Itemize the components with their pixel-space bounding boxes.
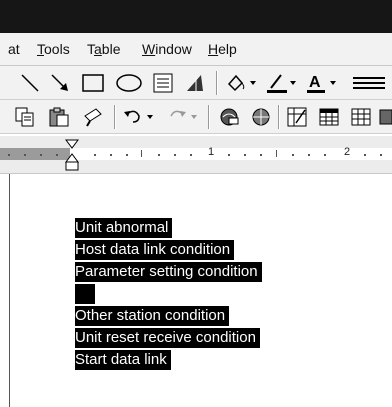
svg-text:A: A (309, 74, 321, 91)
ruler-tick (8, 154, 10, 156)
ruler-tick (190, 154, 192, 156)
ruler-tick (380, 154, 382, 156)
ruler-tick (324, 154, 326, 156)
selected-text-line[interactable]: Parameter setting condition (75, 262, 262, 282)
menu-help[interactable]: Help (208, 41, 237, 57)
ruler-tick (260, 154, 262, 156)
page-left-edge (9, 174, 10, 407)
selected-text-line[interactable]: Host data link condition (75, 240, 235, 260)
ruler-tick (40, 154, 42, 156)
line-color-icon[interactable] (264, 71, 300, 95)
ruler-tick (364, 154, 366, 156)
text-box-icon[interactable] (150, 71, 176, 95)
standard-toolbar (0, 100, 392, 134)
ruler-tick (276, 150, 277, 157)
toolbar-separator (114, 105, 116, 129)
fill-color-icon[interactable] (224, 71, 260, 95)
selected-empty-line[interactable] (75, 284, 95, 304)
toolbar-separator (278, 105, 280, 129)
drawing-toolbar: A (0, 66, 392, 100)
menu-tools[interactable]: Tools (37, 41, 70, 57)
oval-tool-icon[interactable] (114, 71, 144, 95)
ruler-tick (141, 150, 142, 157)
menu-window[interactable]: Window (142, 41, 192, 57)
selected-text-line[interactable]: Other station condition (75, 306, 230, 326)
indent-marker-icon[interactable] (64, 138, 80, 172)
ruler-left-margin (0, 148, 70, 160)
insert-excel-icon[interactable] (348, 105, 374, 129)
toolbar-separator (208, 105, 210, 129)
title-bar (0, 0, 392, 33)
copy-icon[interactable] (12, 105, 38, 129)
ruler-number: 1 (208, 146, 215, 158)
line-style-icon[interactable] (346, 71, 386, 95)
ruler-tick (56, 154, 58, 156)
selected-text-line[interactable]: Unit reset receive condition (75, 328, 260, 348)
rectangle-tool-icon[interactable] (80, 71, 106, 95)
ruler-tick (158, 154, 160, 156)
undo-icon[interactable] (120, 105, 160, 129)
menu-table[interactable]: Table (87, 41, 121, 57)
paste-icon[interactable] (46, 105, 72, 129)
ruler-tick (110, 154, 112, 156)
ruler-tick (308, 154, 310, 156)
selected-text-line[interactable]: Unit abnormal (75, 218, 173, 238)
ruler-tick (24, 154, 26, 156)
web-toolbar-icon[interactable] (248, 105, 274, 129)
horizontal-ruler[interactable]: 1 2 (0, 136, 392, 174)
ruler-tick (292, 154, 294, 156)
font-color-icon[interactable]: A (304, 71, 340, 95)
arrow-tool-icon[interactable] (48, 71, 72, 95)
line-tool-icon[interactable] (18, 71, 42, 95)
ruler-number: 2 (344, 146, 351, 158)
redo-icon[interactable] (164, 105, 204, 129)
tables-and-borders-icon[interactable] (284, 105, 310, 129)
ruler-tick (126, 154, 128, 156)
menu-bar: at Tools Table Window Help (0, 33, 392, 66)
insert-table-icon[interactable] (316, 105, 342, 129)
ruler-tick (228, 154, 230, 156)
insert-hyperlink-icon[interactable] (216, 105, 242, 129)
ruler-tick (244, 154, 246, 156)
format-painter-icon[interactable] (80, 105, 106, 129)
toolbar-separator (216, 71, 218, 95)
ruler-tick (94, 154, 96, 156)
selected-text-line[interactable]: Start data link (75, 350, 171, 370)
menu-format[interactable]: at (8, 41, 20, 57)
columns-icon[interactable] (378, 105, 392, 129)
wordart-icon[interactable] (182, 71, 208, 95)
document-area[interactable]: Unit abnormal Host data link condition P… (0, 174, 392, 407)
ruler-tick (174, 154, 176, 156)
